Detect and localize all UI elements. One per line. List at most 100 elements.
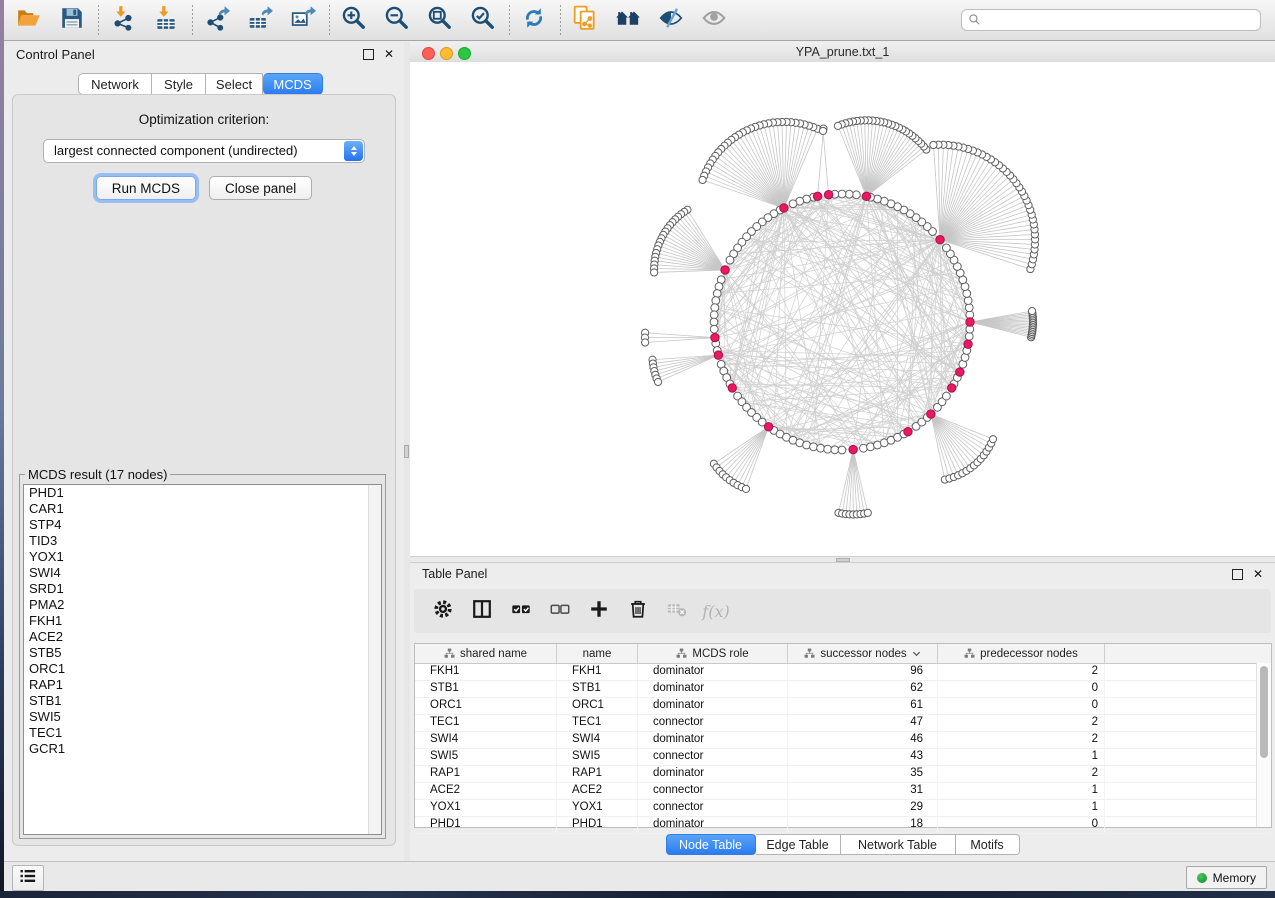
- mcds-result-item[interactable]: RAP1: [24, 677, 381, 693]
- mcds-result-item[interactable]: CAR1: [24, 501, 381, 517]
- mcds-result-item[interactable]: GCR1: [24, 741, 381, 757]
- horizontal-splitter-handle[interactable]: [836, 558, 850, 562]
- cell: 1: [938, 800, 1105, 816]
- table-row[interactable]: RAP1RAP1dominator352: [415, 766, 1271, 783]
- select-stepper-icon[interactable]: [344, 141, 363, 161]
- table-row[interactable]: ORC1ORC1dominator610: [415, 698, 1271, 715]
- column-header-predecessor-nodes[interactable]: predecessor nodes: [938, 644, 1105, 663]
- vertical-splitter-handle[interactable]: [404, 445, 409, 458]
- function-builder-icon: f(x): [703, 598, 729, 624]
- table-body: FKH1FKH1dominator962STB1STB1dominator620…: [415, 664, 1271, 834]
- fx-label: f(x): [702, 602, 729, 621]
- table-row[interactable]: FKH1FKH1dominator962: [415, 664, 1271, 681]
- show-panels-button[interactable]: [12, 865, 44, 891]
- cell: 43: [788, 749, 938, 765]
- close-table-panel-icon[interactable]: ✕: [1253, 568, 1263, 580]
- select-all-columns-icon[interactable]: [510, 598, 532, 625]
- table-row[interactable]: YOX1YOX1connector291: [415, 800, 1271, 817]
- tab-network[interactable]: Network: [78, 73, 152, 95]
- cell: 47: [788, 715, 938, 731]
- add-column-icon[interactable]: [588, 598, 610, 625]
- run-mcds-button[interactable]: Run MCDS: [96, 176, 196, 200]
- cell: 31: [788, 783, 938, 799]
- settings-icon[interactable]: [432, 598, 454, 625]
- close-panel-icon[interactable]: ✕: [384, 48, 394, 60]
- mcds-result-item[interactable]: TID3: [24, 533, 381, 549]
- cell: RAP1: [415, 766, 557, 782]
- network-view-panel: YPA_prune.txt_1: [410, 42, 1275, 556]
- first-neighbors-icon[interactable]: [615, 5, 641, 36]
- network-canvas[interactable]: [410, 62, 1275, 556]
- table-row[interactable]: SWI4SWI4dominator462: [415, 732, 1271, 749]
- tab-select[interactable]: Select: [206, 73, 263, 95]
- export-image-icon[interactable]: [290, 5, 316, 36]
- save-session-icon[interactable]: [59, 5, 85, 36]
- memory-button[interactable]: Memory: [1186, 866, 1267, 889]
- mcds-result-item[interactable]: FKH1: [24, 613, 381, 629]
- table-scrollbar-thumb[interactable]: [1260, 666, 1268, 758]
- cell: FKH1: [415, 664, 557, 680]
- column-header-MCDS-role[interactable]: MCDS role: [638, 644, 788, 663]
- table-header-row: shared namenameMCDS rolesuccessor nodesp…: [415, 644, 1271, 664]
- float-table-panel-icon[interactable]: [1232, 569, 1243, 580]
- zoom-selected-icon[interactable]: [470, 5, 496, 36]
- cell: 61: [788, 698, 938, 714]
- tab-motifs[interactable]: Motifs: [956, 834, 1020, 855]
- table-row[interactable]: TEC1TEC1connector472: [415, 715, 1271, 732]
- export-network-icon[interactable]: [204, 5, 230, 36]
- zoom-out-icon[interactable]: [384, 5, 410, 36]
- mcds-result-item[interactable]: PHD1: [24, 485, 381, 501]
- cell: 1: [938, 749, 1105, 765]
- cell: RAP1: [557, 766, 638, 782]
- open-session-icon[interactable]: [16, 5, 42, 36]
- deselect-all-columns-icon[interactable]: [549, 598, 571, 625]
- horizontal-splitter[interactable]: [410, 556, 1275, 563]
- column-header-shared-name[interactable]: shared name: [415, 644, 557, 663]
- float-panel-icon[interactable]: [363, 49, 374, 60]
- zoom-in-icon[interactable]: [341, 5, 367, 36]
- toggle-columns-icon[interactable]: [471, 598, 493, 625]
- cell: PHD1: [415, 817, 557, 833]
- tab-mcds[interactable]: MCDS: [263, 73, 323, 95]
- new-network-from-selection-icon[interactable]: [572, 5, 598, 36]
- import-network-icon[interactable]: [110, 5, 136, 36]
- column-header-name[interactable]: name: [557, 644, 638, 663]
- export-table-icon[interactable]: [247, 5, 273, 36]
- table-row[interactable]: PHD1PHD1dominator180: [415, 817, 1271, 834]
- criterion-select[interactable]: largest connected component (undirected): [43, 139, 365, 163]
- mcds-result-item[interactable]: TEC1: [24, 725, 381, 741]
- mcds-result-item[interactable]: SWI5: [24, 709, 381, 725]
- tab-style[interactable]: Style: [152, 73, 206, 95]
- table-row[interactable]: ACE2ACE2connector311: [415, 783, 1271, 800]
- hide-selected-icon[interactable]: [658, 5, 684, 36]
- delete-table-icon: [666, 598, 688, 625]
- mcds-result-item[interactable]: STB1: [24, 693, 381, 709]
- search-input[interactable]: [961, 9, 1261, 31]
- tab-node-table[interactable]: Node Table: [666, 834, 756, 855]
- ring-nodes[interactable]: [641, 117, 1038, 518]
- sort-indicator-icon: [912, 649, 921, 658]
- zoom-fit-icon[interactable]: [427, 5, 453, 36]
- cell: 29: [788, 800, 938, 816]
- mcds-result-item[interactable]: ORC1: [24, 661, 381, 677]
- tab-network-table[interactable]: Network Table: [841, 834, 956, 855]
- refresh-icon[interactable]: [521, 5, 547, 36]
- mcds-result-item[interactable]: SRD1: [24, 581, 381, 597]
- mcds-result-item[interactable]: STP4: [24, 517, 381, 533]
- table-row[interactable]: STB1STB1dominator620: [415, 681, 1271, 698]
- cell: SWI5: [557, 749, 638, 765]
- mcds-result-item[interactable]: STB5: [24, 645, 381, 661]
- tab-edge-table[interactable]: Edge Table: [756, 834, 841, 855]
- close-panel-button[interactable]: Close panel: [209, 176, 312, 200]
- cell: STB1: [557, 681, 638, 697]
- mcds-result-item[interactable]: SWI4: [24, 565, 381, 581]
- delete-column-icon[interactable]: [627, 598, 649, 625]
- mcds-result-title: MCDS result (17 nodes): [25, 467, 170, 482]
- mcds-result-item[interactable]: YOX1: [24, 549, 381, 565]
- mcds-result-item[interactable]: ACE2: [24, 629, 381, 645]
- column-header-successor-nodes[interactable]: successor nodes: [788, 644, 938, 663]
- import-table-icon[interactable]: [153, 5, 179, 36]
- table-row[interactable]: SWI5SWI5connector431: [415, 749, 1271, 766]
- mcds-result-item[interactable]: PMA2: [24, 597, 381, 613]
- mcds-list-scrollbar[interactable]: [368, 485, 381, 834]
